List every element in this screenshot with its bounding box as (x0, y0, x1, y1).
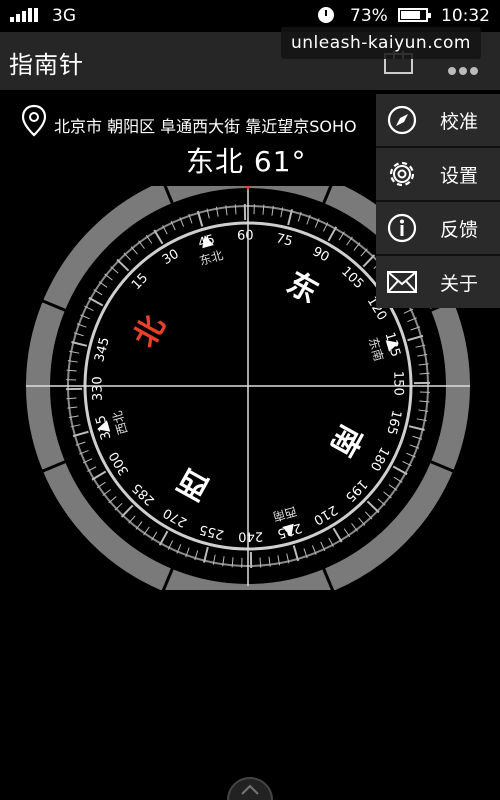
compass-calibrate-icon (387, 105, 417, 135)
heading-readout: 东北 61° (186, 145, 307, 178)
menu-item-label: 校准 (440, 111, 479, 133)
location-text: 北京市 朝阳区 阜通西大街 靠近望京SOHO (54, 117, 357, 136)
info-icon (387, 213, 417, 243)
degree-label: 150 (390, 371, 405, 396)
more-options-icon[interactable] (448, 60, 481, 79)
clock: 10:32 (441, 6, 490, 26)
battery-icon (398, 8, 431, 22)
menu-item-label: 关于 (440, 273, 479, 295)
battery-percent: 73% (350, 6, 388, 26)
mail-icon (387, 271, 417, 293)
menu-item-label: 设置 (440, 165, 479, 187)
degree-label: 240 (238, 528, 263, 543)
menu-item-feedback[interactable]: 反馈 (376, 202, 500, 256)
overflow-menu: 校准 设置 反馈 关于 (376, 94, 500, 308)
gear-icon (389, 161, 415, 187)
menu-item-settings[interactable]: 设置 (376, 148, 500, 202)
menu-item-calibrate[interactable]: 校准 (376, 94, 500, 148)
tick-mark (419, 372, 430, 375)
location-pin-icon (21, 104, 47, 137)
watermark: unleash-kaiyun.com (281, 27, 481, 59)
tick-mark (259, 557, 262, 568)
degree-label: 330 (90, 376, 105, 401)
tick-mark (234, 204, 237, 215)
tick-mark (66, 397, 77, 400)
alarm-icon (318, 7, 334, 23)
app-title: 指南针 (9, 51, 84, 79)
menu-item-about[interactable]: 关于 (376, 256, 500, 308)
degree-label: 60 (237, 228, 254, 243)
chevron-up-icon[interactable] (220, 770, 280, 800)
network-type: 3G (52, 6, 76, 26)
menu-item-label: 反馈 (440, 219, 479, 241)
